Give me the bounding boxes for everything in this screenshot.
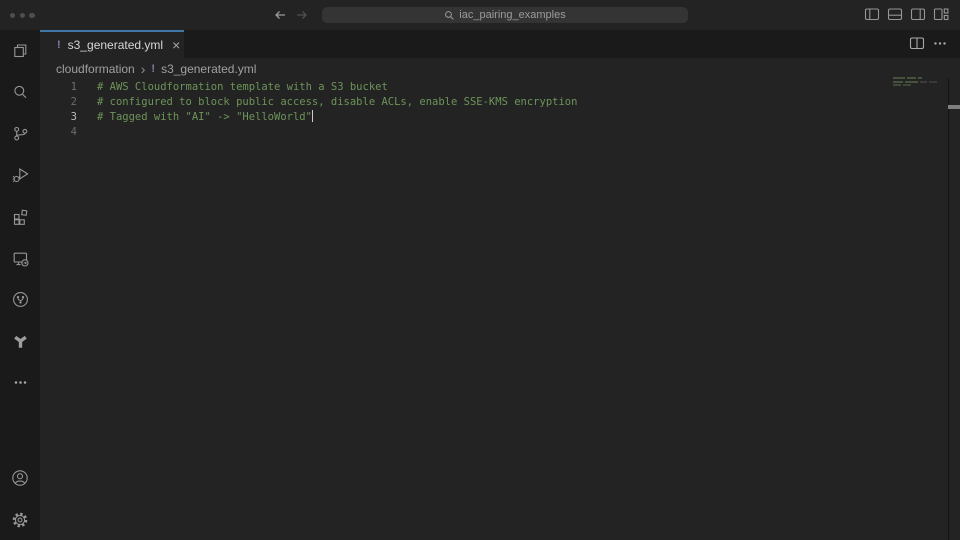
run-debug-icon: [12, 166, 29, 183]
maximize-window-button[interactable]: [29, 13, 34, 18]
line-number-4: 4: [40, 125, 77, 140]
code-editor[interactable]: 1 # AWS Cloudformation template with a S…: [40, 80, 960, 140]
traffic-lights[interactable]: [10, 13, 35, 18]
forward-button[interactable]: [294, 7, 310, 23]
toggle-primary-sidebar-icon[interactable]: [864, 7, 880, 22]
search-icon: [444, 10, 455, 21]
commit-graph-icon: [12, 291, 29, 308]
code-line-2: 2 # configured to block public access, d…: [40, 95, 960, 110]
remote-explorer-icon: [12, 250, 29, 267]
extensions-icon: [12, 208, 29, 225]
line-number-2: 2: [40, 95, 77, 110]
tab-close-icon[interactable]: ×: [172, 40, 180, 50]
activity-more[interactable]: [0, 374, 40, 391]
code-line-4: 4: [40, 125, 960, 140]
text-cursor: [312, 110, 313, 122]
back-button[interactable]: [272, 7, 288, 23]
line-number-1: 1: [40, 80, 77, 95]
accounts-button[interactable]: [0, 469, 40, 486]
more-icon: [12, 374, 29, 391]
gear-icon: [11, 511, 29, 529]
close-window-button[interactable]: [10, 13, 15, 18]
breadcrumb-file[interactable]: s3_generated.yml: [161, 62, 256, 76]
source-control-icon: [12, 125, 29, 142]
breadcrumb: cloudformation › ! s3_generated.yml: [40, 58, 960, 80]
breadcrumb-folder[interactable]: cloudformation: [56, 62, 135, 76]
yaml-file-icon: !: [57, 39, 61, 51]
toggle-secondary-sidebar-icon[interactable]: [910, 7, 926, 22]
activity-terraform[interactable]: [0, 333, 40, 350]
overview-ruler-border: [948, 78, 949, 540]
title-bar: iac_pairing_examples: [0, 0, 960, 30]
activity-remote-explorer[interactable]: [0, 250, 40, 267]
minimize-window-button[interactable]: [20, 13, 25, 18]
line-number-3: 3: [40, 110, 77, 125]
settings-button[interactable]: [0, 511, 40, 528]
tab-bar: ! s3_generated.yml ×: [40, 30, 960, 58]
activity-explorer[interactable]: [0, 42, 40, 59]
files-icon: [12, 42, 29, 59]
breadcrumb-file-icon: !: [151, 63, 155, 75]
activity-search[interactable]: [0, 84, 40, 101]
search-sidebar-icon: [12, 84, 29, 101]
split-editor-icon[interactable]: [909, 36, 925, 51]
code-line-1: 1 # AWS Cloudformation template with a S…: [40, 80, 960, 95]
code-line-3: 3 # Tagged with "AI" -> "HelloWorld": [40, 110, 960, 125]
tab-s3-generated-yml[interactable]: ! s3_generated.yml ×: [40, 30, 184, 58]
activity-source-control[interactable]: [0, 125, 40, 142]
overview-ruler-cursor-mark: [948, 105, 960, 109]
activity-extensions[interactable]: [0, 208, 40, 225]
command-center-search[interactable]: iac_pairing_examples: [322, 7, 688, 23]
editor-actions-more-icon[interactable]: [932, 36, 948, 51]
activity-bar: [0, 30, 40, 540]
editor-group: ! s3_generated.yml × cloudformation › ! …: [40, 30, 960, 540]
tab-label: s3_generated.yml: [68, 38, 163, 52]
activity-commit-graph[interactable]: [0, 291, 40, 308]
customize-layout-icon[interactable]: [933, 7, 949, 22]
terraform-icon: [12, 333, 29, 350]
search-value: iac_pairing_examples: [459, 9, 565, 21]
account-icon: [11, 469, 29, 487]
breadcrumb-chevron-icon: ›: [141, 63, 146, 75]
toggle-panel-icon[interactable]: [887, 7, 903, 22]
activity-run-debug[interactable]: [0, 166, 40, 183]
